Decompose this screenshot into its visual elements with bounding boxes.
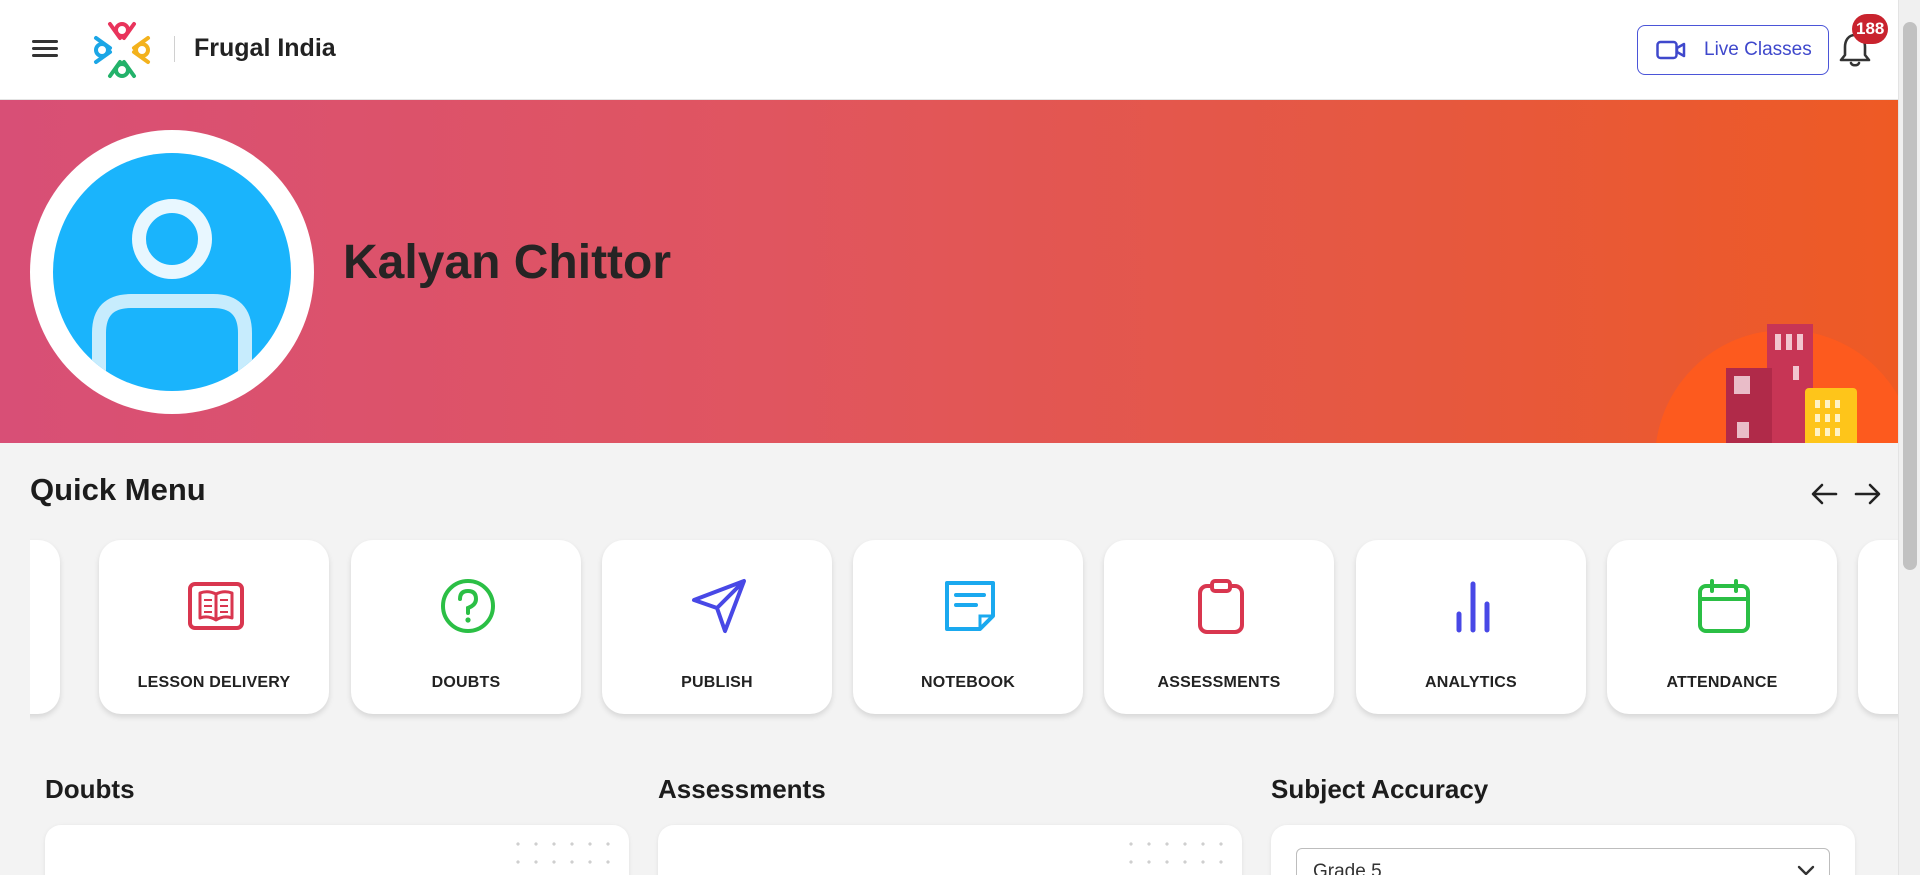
card-label: LESSON DELIVERY — [137, 674, 291, 691]
grade-select-value: Grade 5 — [1313, 861, 1382, 875]
card-label: ANALYTICS — [1425, 674, 1517, 691]
profile-banner: Kalyan Chittor — [0, 100, 1898, 443]
quick-menu-card-partial[interactable] — [30, 540, 60, 714]
quick-menu-doubts[interactable]: DOUBTS — [351, 540, 581, 714]
quick-menu-card-partial-right[interactable] — [1858, 540, 1898, 714]
avatar-frame — [30, 130, 314, 414]
calendar-icon — [1698, 579, 1750, 633]
quick-menu-lesson-delivery[interactable]: LESSON DELIVERY — [99, 540, 329, 714]
card-label: DOUBTS — [431, 674, 501, 691]
hamburger-menu-icon[interactable] — [28, 36, 62, 64]
live-classes-label: Live Classes — [1704, 39, 1812, 60]
user-name: Kalyan Chittor — [343, 236, 672, 289]
card-label: ATTENDANCE — [1666, 674, 1778, 691]
notification-count-badge: 188 — [1852, 14, 1889, 44]
brand-name: Frugal India — [194, 34, 336, 62]
grade-select[interactable]: Grade 5 — [1296, 848, 1830, 875]
chevron-down-icon — [1797, 865, 1815, 875]
brand-logo — [94, 22, 150, 78]
clipboard-icon — [1198, 579, 1244, 634]
user-silhouette-icon — [92, 199, 252, 391]
quick-menu-publish[interactable]: PUBLISH — [602, 540, 832, 714]
page-scrollbar[interactable] — [1898, 0, 1920, 875]
paper-plane-icon — [692, 579, 746, 633]
arrow-left-icon[interactable] — [1808, 480, 1840, 508]
buildings-illustration-icon — [1656, 324, 1898, 443]
card-label: ASSESSMENTS — [1157, 674, 1281, 691]
bar-chart-icon — [1456, 581, 1490, 633]
doubts-panel — [45, 825, 629, 875]
notebook-icon — [945, 581, 995, 631]
subject-accuracy-section-title: Subject Accuracy — [1271, 774, 1489, 804]
card-label: NOTEBOOK — [920, 674, 1016, 691]
quick-menu-carousel: LESSON DELIVERY DOUBTS PUBLISH NOTEBOOK … — [30, 530, 1898, 730]
quick-menu-assessments[interactable]: ASSESSMENTS — [1104, 540, 1334, 714]
card-label: PUBLISH — [681, 674, 753, 691]
arrow-right-icon[interactable] — [1852, 480, 1884, 508]
scrollbar-thumb[interactable] — [1903, 22, 1917, 570]
logo-divider — [174, 36, 175, 62]
quick-menu-notebook[interactable]: NOTEBOOK — [853, 540, 1083, 714]
dots-decoration — [509, 835, 619, 875]
live-classes-button[interactable]: Live Classes — [1637, 25, 1829, 75]
avatar[interactable] — [53, 153, 291, 391]
quick-menu-analytics[interactable]: ANALYTICS — [1356, 540, 1586, 714]
assessments-section-title: Assessments — [658, 774, 826, 804]
quick-menu-title: Quick Menu — [30, 472, 206, 507]
doubts-section-title: Doubts — [45, 774, 135, 804]
assessments-panel — [658, 825, 1242, 875]
open-book-icon — [188, 582, 244, 630]
quick-menu-attendance[interactable]: ATTENDANCE — [1607, 540, 1837, 714]
video-camera-icon — [1656, 40, 1686, 60]
top-header: Frugal India Live Classes 188 — [0, 0, 1898, 100]
question-circle-icon — [441, 579, 495, 633]
dots-decoration — [1122, 835, 1232, 875]
